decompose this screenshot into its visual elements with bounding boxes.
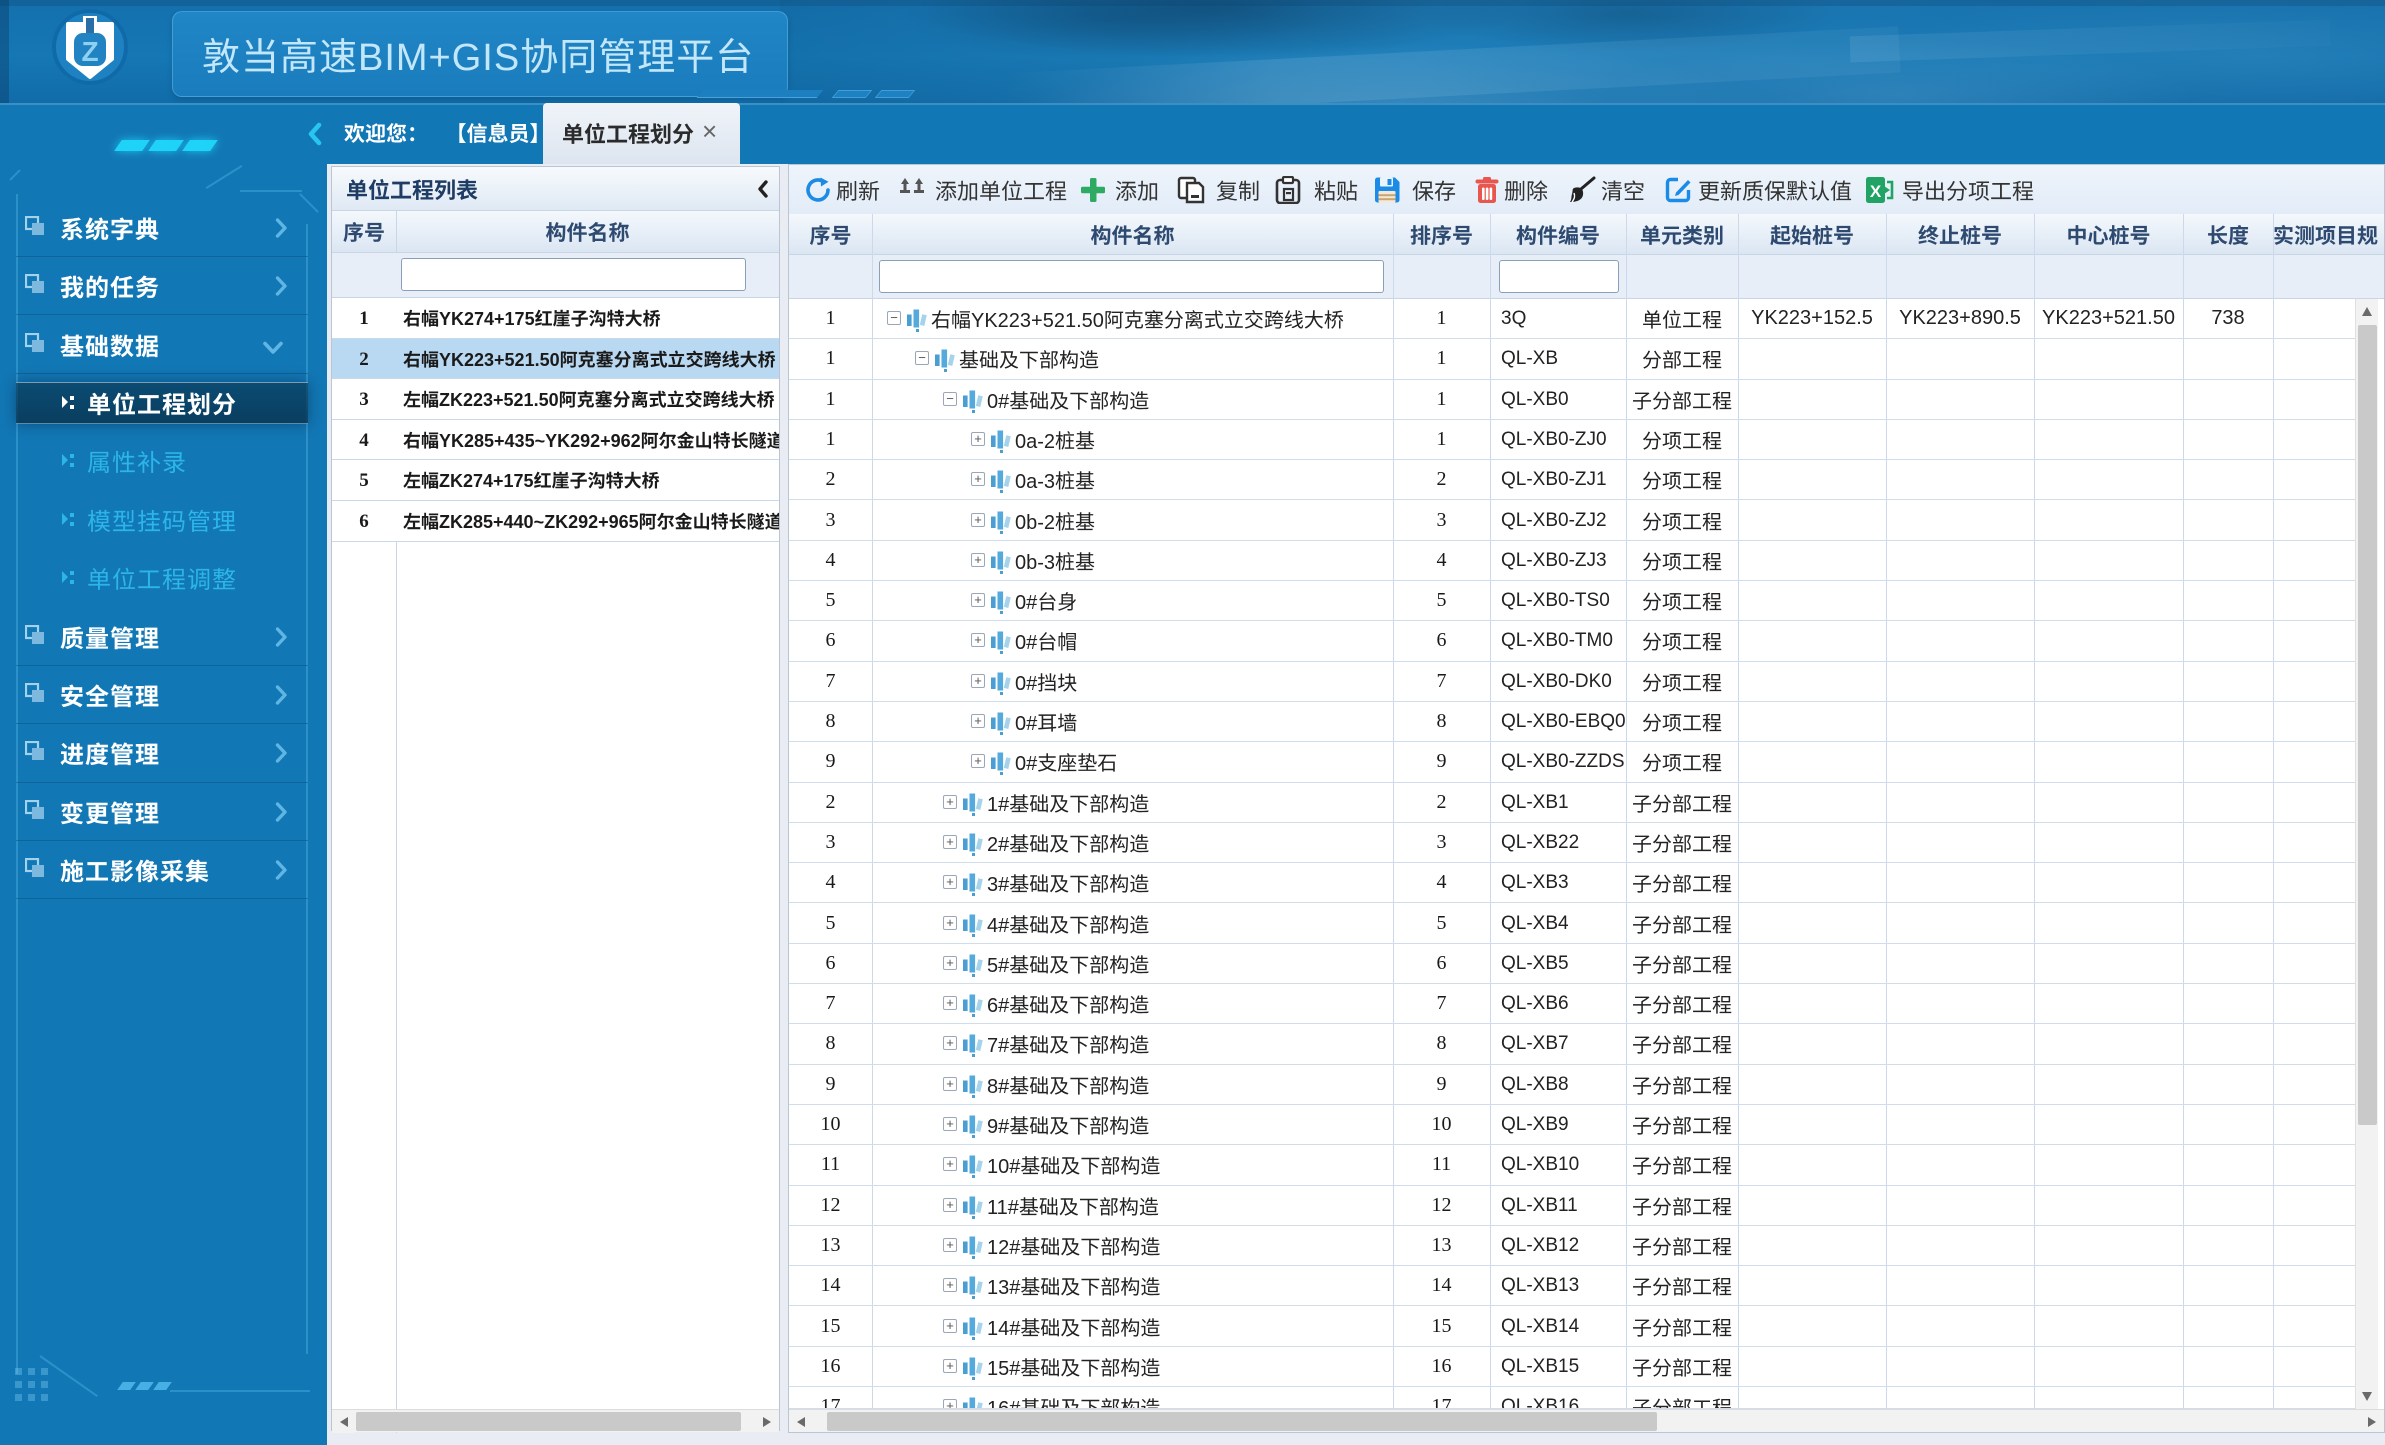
- svg-text:Z: Z: [81, 36, 98, 67]
- svg-text:X: X: [1870, 182, 1882, 201]
